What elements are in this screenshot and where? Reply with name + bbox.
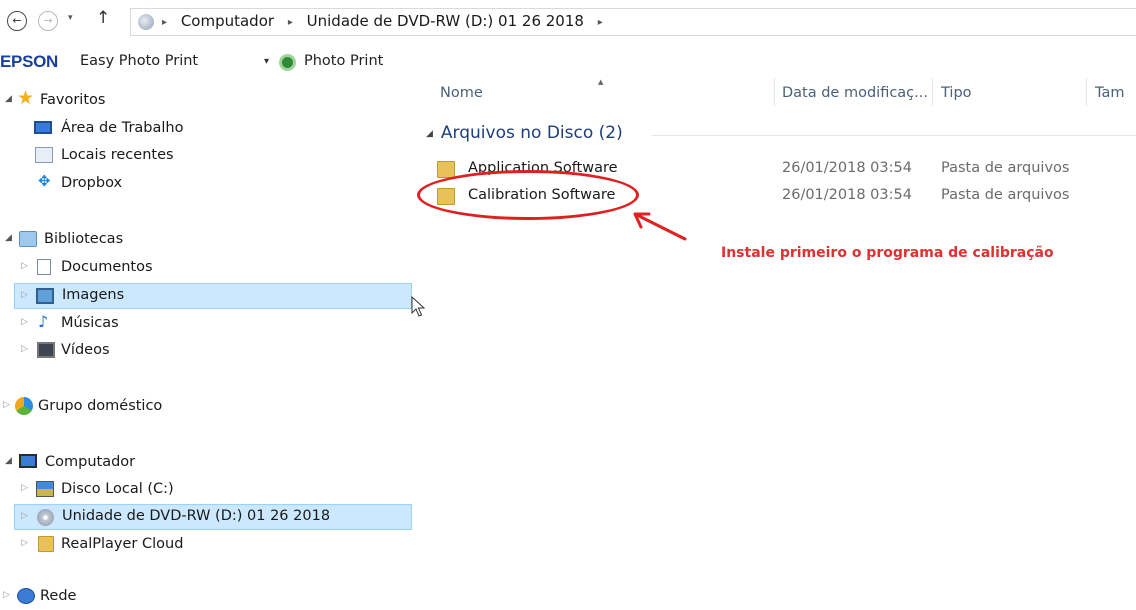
collapse-arrow-icon[interactable]: ◢: [5, 94, 12, 104]
computer-icon: [19, 454, 37, 468]
nav-dvd-drive-label: Unidade de DVD-RW (D:) 01 26 2018: [62, 508, 331, 524]
nav-recent-places[interactable]: Locais recentes: [0, 143, 400, 169]
videos-icon: [37, 342, 55, 358]
navigation-pane: ◢ ★ Favoritos Área de Trabalho Locais re…: [0, 84, 412, 604]
nav-homegroup-label: Grupo doméstico: [38, 398, 163, 414]
nav-desktop-label: Área de Trabalho: [61, 120, 184, 136]
sort-ascending-icon: ▲: [598, 78, 604, 86]
column-separator[interactable]: [932, 78, 933, 106]
nav-recent-places-label: Locais recentes: [61, 147, 174, 163]
group-header[interactable]: ◢ Arquivos no Disco (2): [426, 123, 623, 143]
column-separator[interactable]: [774, 78, 775, 106]
photo-print-button[interactable]: Photo Print: [304, 53, 383, 69]
column-header-date[interactable]: Data de modificaç...: [782, 85, 928, 101]
nav-realplayer-cloud-label: RealPlayer Cloud: [61, 536, 184, 552]
group-header-label: Arquivos no Disco (2): [440, 123, 623, 143]
breadcrumb-dvd-drive[interactable]: Unidade de DVD-RW (D:) 01 26 2018: [307, 12, 584, 30]
nav-dropbox-label: Dropbox: [61, 175, 123, 191]
column-separator[interactable]: [1086, 78, 1087, 106]
nav-computer-label: Computador: [45, 454, 136, 470]
expand-arrow-icon[interactable]: ▷: [21, 483, 28, 493]
expand-arrow-icon[interactable]: ▷: [21, 538, 28, 548]
nav-network-label: Rede: [40, 588, 77, 604]
expand-arrow-icon[interactable]: ▷: [21, 317, 28, 327]
column-header-size[interactable]: Tam: [1095, 85, 1124, 101]
nav-videos-label: Vídeos: [61, 342, 110, 358]
annotation-arrow-icon: [633, 212, 687, 241]
annotation-text: Instale primeiro o programa de calibraçã…: [721, 245, 1054, 261]
file-type: Pasta de arquivos: [941, 187, 1070, 203]
photo-print-icon: [279, 54, 296, 71]
dropbox-icon: ✥: [38, 172, 51, 190]
collapse-arrow-icon[interactable]: ◢: [5, 456, 12, 466]
network-icon: [17, 588, 35, 604]
back-button-icon[interactable]: ←: [7, 11, 27, 31]
nav-dvd-drive[interactable]: ▷ Unidade de DVD-RW (D:) 01 26 2018: [14, 504, 412, 530]
expand-arrow-icon[interactable]: ▷: [21, 344, 28, 354]
folder-icon: [437, 161, 455, 178]
address-bar: ← → ▾ ↑ ▸ Computador ▸ Unidade de DVD-RW…: [0, 0, 1136, 44]
dvd-drive-icon: [37, 509, 54, 526]
nav-favorites-label: Favoritos: [40, 92, 106, 108]
expand-arrow-icon[interactable]: ▷: [21, 511, 28, 521]
nav-local-disk-label: Disco Local (C:): [61, 481, 174, 497]
easy-photo-print-button[interactable]: Easy Photo Print: [80, 53, 198, 69]
nav-libraries[interactable]: ◢ Bibliotecas: [0, 227, 400, 253]
nav-homegroup[interactable]: ▷ Grupo doméstico: [0, 394, 400, 420]
expand-arrow-icon[interactable]: ▷: [21, 261, 28, 271]
star-icon: ★: [17, 87, 35, 109]
mouse-cursor-icon: [411, 296, 425, 317]
pictures-icon: [36, 288, 54, 304]
nav-local-disk[interactable]: ▷ Disco Local (C:): [0, 477, 400, 503]
local-disk-icon: [36, 481, 54, 497]
nav-favorites[interactable]: ◢ ★ Favoritos: [0, 87, 400, 114]
nav-dropbox[interactable]: ✥ Dropbox: [0, 171, 400, 197]
column-header-type[interactable]: Tipo: [941, 85, 972, 101]
folder-icon: [38, 536, 54, 552]
expand-arrow-icon[interactable]: ▷: [3, 400, 10, 410]
nav-documents[interactable]: ▷ Documentos: [0, 255, 400, 281]
highlight-ellipse: [417, 170, 639, 220]
forward-button-icon[interactable]: →: [38, 11, 58, 31]
nav-computer[interactable]: ◢ Computador: [0, 450, 400, 476]
chevron-right-icon[interactable]: ▸: [598, 17, 603, 28]
epson-logo: EPSON: [0, 52, 59, 71]
library-icon: [19, 231, 37, 247]
group-divider: [652, 135, 1136, 136]
up-level-icon[interactable]: ↑: [96, 8, 110, 28]
collapse-group-icon[interactable]: ◢: [426, 129, 433, 139]
dvd-location-icon: [138, 14, 154, 30]
nav-libraries-label: Bibliotecas: [44, 231, 124, 247]
recent-locations-dropdown-icon[interactable]: ▾: [68, 13, 73, 23]
expand-arrow-icon[interactable]: ▷: [3, 590, 10, 600]
expand-arrow-icon[interactable]: ▷: [21, 290, 28, 300]
chevron-right-icon[interactable]: ▸: [288, 17, 293, 28]
homegroup-icon: [15, 397, 33, 415]
toolbar: EPSON Easy Photo Print ▾ Photo Print: [0, 50, 1136, 76]
collapse-arrow-icon[interactable]: ◢: [5, 233, 12, 243]
nav-music[interactable]: ▷ ♪ Músicas: [0, 311, 400, 337]
column-header-name[interactable]: Nome: [440, 85, 483, 101]
file-list: Nome ▲ Data de modificaç... Tipo Tam ◢ Ar…: [412, 76, 1136, 596]
nav-pictures[interactable]: ▷ Imagens: [14, 283, 412, 309]
documents-icon: [37, 259, 51, 275]
recent-places-icon: [35, 147, 53, 163]
music-icon: ♪: [38, 312, 49, 331]
breadcrumb: ▸ Computador ▸ Unidade de DVD-RW (D:) 01…: [162, 12, 612, 30]
desktop-icon: [34, 121, 52, 134]
file-date: 26/01/2018 03:54: [782, 160, 912, 176]
nav-pictures-label: Imagens: [62, 287, 125, 303]
nav-videos[interactable]: ▷ Vídeos: [0, 338, 400, 364]
chevron-down-icon[interactable]: ▾: [264, 56, 269, 67]
nav-desktop[interactable]: Área de Trabalho: [0, 116, 400, 142]
nav-documents-label: Documentos: [61, 259, 153, 275]
nav-music-label: Músicas: [61, 315, 119, 331]
chevron-right-icon[interactable]: ▸: [162, 17, 167, 28]
nav-realplayer-cloud[interactable]: ▷ RealPlayer Cloud: [0, 532, 400, 558]
breadcrumb-computador[interactable]: Computador: [181, 12, 274, 30]
nav-network[interactable]: ▷ Rede: [0, 584, 400, 610]
file-date: 26/01/2018 03:54: [782, 187, 912, 203]
file-type: Pasta de arquivos: [941, 160, 1070, 176]
